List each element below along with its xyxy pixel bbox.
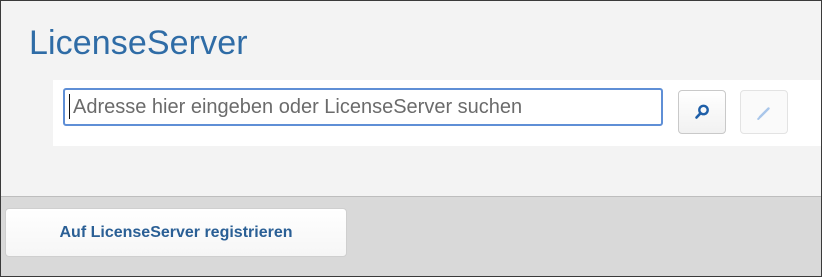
search-icon	[695, 104, 709, 119]
edit-button[interactable]	[740, 90, 788, 134]
license-server-panel: LicenseServer Auf LicenseServer registri…	[0, 0, 822, 277]
page-title: LicenseServer	[29, 24, 248, 62]
address-search-input[interactable]	[63, 88, 663, 126]
search-button[interactable]	[678, 90, 726, 134]
action-bar: Auf LicenseServer registrieren	[1, 197, 821, 276]
text-caret	[69, 94, 70, 119]
register-on-license-server-button[interactable]: Auf LicenseServer registrieren	[5, 208, 347, 257]
search-panel	[53, 80, 821, 146]
edit-icon	[757, 107, 770, 120]
